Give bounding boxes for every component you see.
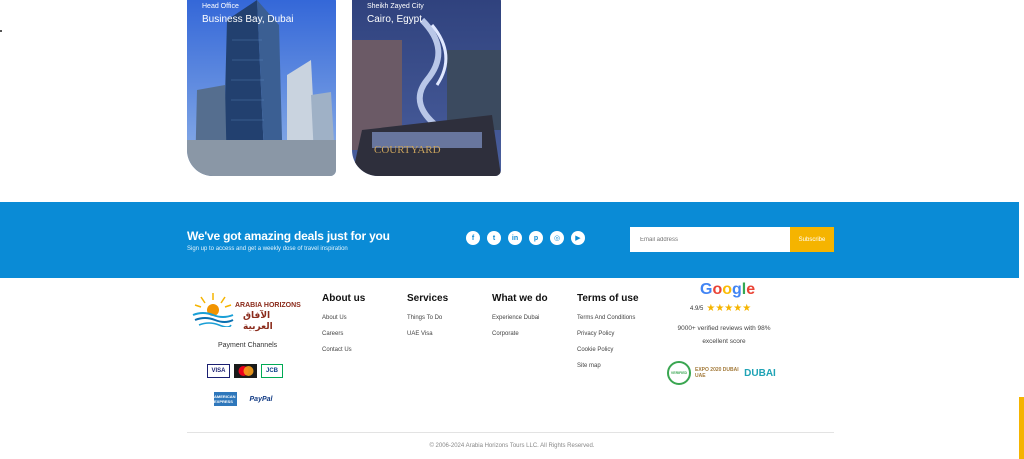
column-title: Terms of use [577, 293, 639, 304]
payment-channels-label: Payment Channels [218, 342, 278, 349]
link-site-map[interactable]: Site map [577, 363, 639, 369]
instagram-icon[interactable]: ◎ [550, 231, 564, 245]
google-rating: 4.9/5 ★★★★★ [690, 303, 751, 314]
office-card-cairo[interactable]: COURTYARD Sheikh Zayed City Cairo, Egypt [352, 0, 501, 176]
dubai-skyline-image [187, 0, 336, 176]
google-logo: Google [700, 281, 756, 298]
email-field[interactable] [630, 227, 790, 252]
office-card-dubai[interactable]: Head Office Business Bay, Dubai [187, 0, 336, 176]
column-title: What we do [492, 293, 548, 304]
visa-icon: VISA [207, 364, 230, 378]
office-label: Sheikh Zayed City [367, 3, 424, 10]
footer-divider [187, 432, 834, 433]
link-experience-dubai[interactable]: Experience Dubai [492, 315, 548, 321]
cairo-courtyard-image: COURTYARD [352, 0, 501, 176]
scroll-to-top-tab[interactable] [1019, 397, 1024, 459]
link-cookie-policy[interactable]: Cookie Policy [577, 347, 639, 353]
jcb-icon: JCB [261, 364, 283, 378]
svg-text:COURTYARD: COURTYARD [374, 144, 441, 156]
rating-score: 4.9/5 [690, 305, 704, 312]
footer-column-terms: Terms of use Terms And Conditions Privac… [577, 293, 639, 379]
amex-icon: AMERICAN EXPRESS [214, 392, 237, 406]
dubai-tourism-logo-icon: DUBAI [744, 367, 776, 379]
pinterest-icon[interactable]: p [529, 231, 543, 245]
newsletter-subtitle: Sign up to access and get a weekly dose … [187, 246, 348, 252]
link-uae-visa[interactable]: UAE Visa [407, 331, 448, 337]
paypal-icon: PayPal [249, 395, 273, 403]
subscribe-button[interactable]: Subscribe [790, 227, 834, 252]
page-edge-marker [0, 30, 2, 32]
footer-column-about: About us About Us Careers Contact Us [322, 293, 365, 363]
link-corporate[interactable]: Corporate [492, 331, 548, 337]
brand-name-ar: الآفاق العربية [243, 310, 273, 331]
expo-2020-badge-icon: EXPO 2020 DUBAI UAE [695, 367, 739, 379]
office-city: Business Bay, Dubai [202, 14, 294, 25]
sun-wave-logo-icon [192, 293, 234, 327]
brand-logo[interactable]: ARABIA HORIZONS الآفاق العربية [191, 291, 301, 331]
youtube-icon[interactable]: ▶ [571, 231, 585, 245]
column-title: About us [322, 293, 366, 304]
link-terms-and-conditions[interactable]: Terms And Conditions [577, 315, 639, 321]
office-label: Head Office [202, 3, 239, 10]
linkedin-icon[interactable]: in [508, 231, 522, 245]
office-city: Cairo, Egypt [367, 14, 423, 25]
copyright-text: © 2006-2024 Arabia Horizons Tours LLC. A… [429, 443, 595, 449]
rating-stars-icon: ★★★★★ [706, 303, 752, 314]
newsletter-band: We've got amazing deals just for you Sig… [0, 202, 1019, 278]
column-title: Services [407, 293, 449, 304]
footer-column-what-we-do: What we do Experience Dubai Corporate [492, 293, 548, 347]
link-contact-us[interactable]: Contact Us [322, 347, 365, 353]
verified-badge-icon: VERIFIED [667, 361, 691, 385]
newsletter-title: We've got amazing deals just for you [187, 229, 390, 243]
brand-name-en: ARABIA HORIZONS [235, 302, 301, 309]
twitter-icon[interactable]: t [487, 231, 501, 245]
footer-column-services: Services Things To Do UAE Visa [407, 293, 448, 347]
mastercard-circles-icon [238, 366, 253, 376]
link-privacy-policy[interactable]: Privacy Policy [577, 331, 639, 337]
link-about-us[interactable]: About Us [322, 315, 365, 321]
social-links: f t in p ◎ ▶ [466, 231, 585, 245]
link-careers[interactable]: Careers [322, 331, 365, 337]
link-things-to-do[interactable]: Things To Do [407, 315, 448, 321]
facebook-icon[interactable]: f [466, 231, 480, 245]
mastercard-icon [234, 364, 257, 378]
reviews-text: 9000+ verified reviews with 98% excellen… [677, 325, 771, 345]
